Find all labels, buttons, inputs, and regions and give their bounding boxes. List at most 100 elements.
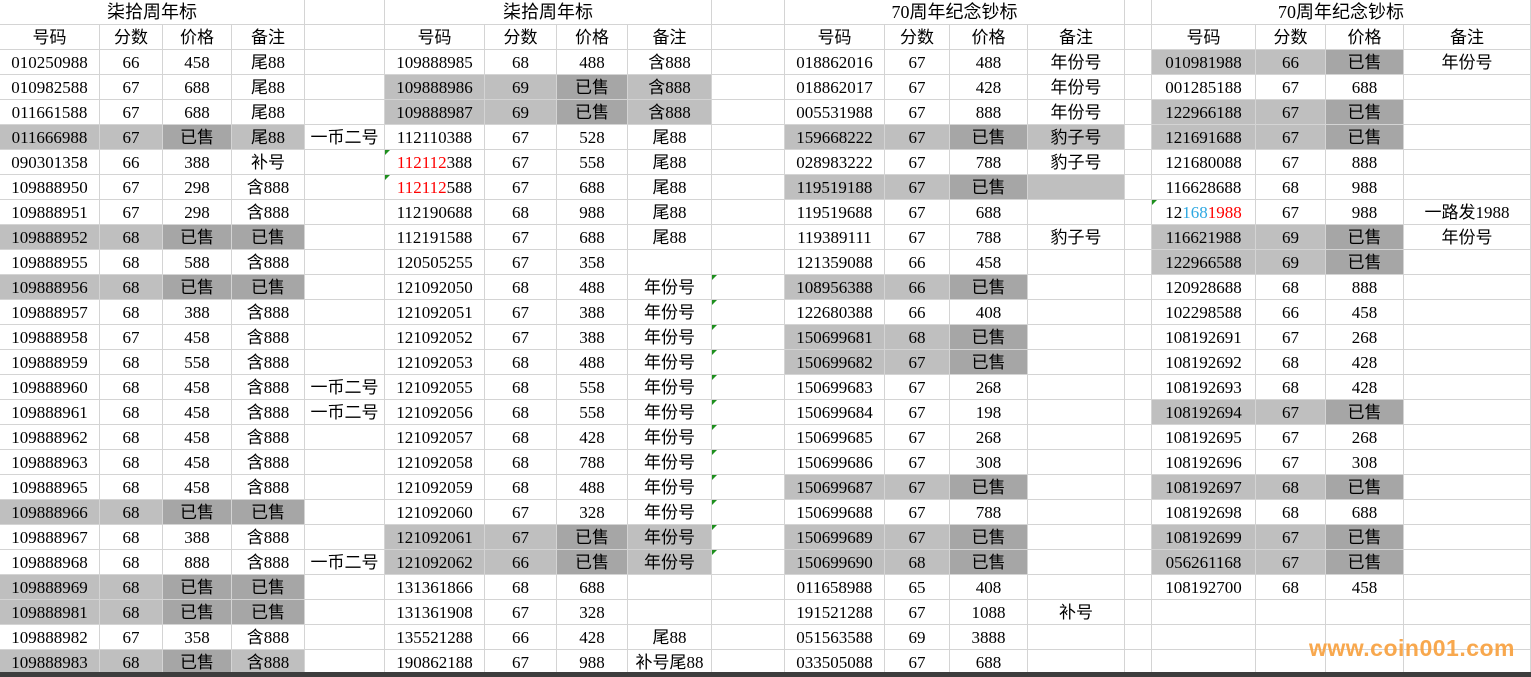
cell-score[interactable]: 67 bbox=[885, 175, 950, 200]
cell-score[interactable]: 68 bbox=[100, 600, 163, 625]
cell-note[interactable] bbox=[1404, 325, 1531, 350]
cell-score[interactable]: 68 bbox=[100, 450, 163, 475]
cell-separator[interactable] bbox=[712, 375, 785, 400]
cell-number[interactable]: 109888957 bbox=[0, 300, 100, 325]
cell-score[interactable]: 67 bbox=[885, 475, 950, 500]
cell-number[interactable]: 102298588 bbox=[1152, 300, 1256, 325]
cell-number[interactable]: 109888962 bbox=[0, 425, 100, 450]
cell-separator[interactable] bbox=[712, 325, 785, 350]
cell-price[interactable]: 268 bbox=[1326, 425, 1404, 450]
column-header[interactable]: 备注 bbox=[232, 25, 305, 50]
cell-number[interactable]: 028983222 bbox=[785, 150, 885, 175]
cell-blank[interactable] bbox=[712, 0, 785, 25]
cell-note[interactable] bbox=[1028, 500, 1125, 525]
cell-note[interactable]: 尾88 bbox=[628, 125, 712, 150]
column-header[interactable]: 备注 bbox=[628, 25, 712, 50]
cell-price[interactable]: 已售 bbox=[1326, 250, 1404, 275]
cell-number[interactable]: 011666988 bbox=[0, 125, 100, 150]
cell-number[interactable]: 121359088 bbox=[785, 250, 885, 275]
cell-separator[interactable] bbox=[1125, 400, 1152, 425]
cell-extra-note[interactable]: 一币二号 bbox=[305, 550, 385, 575]
cell-price[interactable]: 268 bbox=[1326, 325, 1404, 350]
column-header[interactable]: 号码 bbox=[0, 25, 100, 50]
cell-score[interactable]: 68 bbox=[1256, 175, 1326, 200]
cell-separator[interactable] bbox=[712, 50, 785, 75]
cell-separator[interactable] bbox=[712, 600, 785, 625]
cell-price[interactable]: 688 bbox=[1326, 75, 1404, 100]
cell-note[interactable] bbox=[1404, 75, 1531, 100]
cell-note[interactable] bbox=[628, 575, 712, 600]
cell-score[interactable]: 67 bbox=[1256, 75, 1326, 100]
cell-separator[interactable] bbox=[712, 300, 785, 325]
cell-score[interactable]: 68 bbox=[885, 550, 950, 575]
cell-note[interactable]: 年份号 bbox=[628, 300, 712, 325]
cell-score[interactable]: 69 bbox=[1256, 225, 1326, 250]
cell-score[interactable]: 68 bbox=[485, 350, 557, 375]
cell-number[interactable]: 122966588 bbox=[1152, 250, 1256, 275]
cell-extra-note[interactable] bbox=[305, 525, 385, 550]
cell-note[interactable] bbox=[1028, 625, 1125, 650]
cell-separator[interactable] bbox=[1125, 325, 1152, 350]
cell-number[interactable]: 121092062 bbox=[385, 550, 485, 575]
cell-separator[interactable] bbox=[1125, 625, 1152, 650]
cell-separator[interactable] bbox=[1125, 150, 1152, 175]
column-header[interactable]: 价格 bbox=[1326, 25, 1404, 50]
cell-price[interactable]: 已售 bbox=[950, 125, 1028, 150]
cell-number[interactable]: 150699681 bbox=[785, 325, 885, 350]
cell-separator[interactable] bbox=[712, 400, 785, 425]
cell-number[interactable]: 005531988 bbox=[785, 100, 885, 125]
cell-note[interactable] bbox=[1404, 500, 1531, 525]
cell-score[interactable]: 68 bbox=[100, 425, 163, 450]
cell-score[interactable]: 68 bbox=[1256, 500, 1326, 525]
cell-note[interactable]: 年份号 bbox=[1028, 100, 1125, 125]
column-header[interactable]: 号码 bbox=[1152, 25, 1256, 50]
cell-number[interactable]: 109888955 bbox=[0, 250, 100, 275]
column-header[interactable]: 分数 bbox=[100, 25, 163, 50]
cell-score[interactable]: 67 bbox=[100, 175, 163, 200]
cell-score[interactable]: 68 bbox=[485, 425, 557, 450]
cell-number[interactable]: 108192698 bbox=[1152, 500, 1256, 525]
cell-score[interactable]: 67 bbox=[1256, 525, 1326, 550]
cell-score[interactable]: 69 bbox=[485, 75, 557, 100]
cell-price[interactable] bbox=[1326, 600, 1404, 625]
cell-price[interactable]: 198 bbox=[950, 400, 1028, 425]
cell-score[interactable]: 68 bbox=[485, 50, 557, 75]
cell-price[interactable]: 已售 bbox=[163, 500, 232, 525]
cell-score[interactable]: 68 bbox=[485, 475, 557, 500]
cell-note[interactable] bbox=[1404, 300, 1531, 325]
cell-score[interactable]: 68 bbox=[485, 450, 557, 475]
cell-number[interactable]: 051563588 bbox=[785, 625, 885, 650]
cell-number[interactable]: 108192694 bbox=[1152, 400, 1256, 425]
cell-note[interactable] bbox=[1028, 300, 1125, 325]
cell-score[interactable]: 68 bbox=[485, 400, 557, 425]
cell-price[interactable]: 388 bbox=[163, 150, 232, 175]
cell-separator[interactable] bbox=[1125, 450, 1152, 475]
cell-number[interactable]: 108192691 bbox=[1152, 325, 1256, 350]
cell-price[interactable]: 已售 bbox=[1326, 225, 1404, 250]
cell-price[interactable]: 688 bbox=[163, 100, 232, 125]
cell-note[interactable]: 尾88 bbox=[232, 50, 305, 75]
cell-score[interactable]: 68 bbox=[100, 550, 163, 575]
cell-separator[interactable] bbox=[712, 75, 785, 100]
cell-price[interactable]: 428 bbox=[557, 625, 628, 650]
cell-score[interactable]: 67 bbox=[885, 450, 950, 475]
cell-note[interactable]: 年份号 bbox=[628, 450, 712, 475]
cell-separator[interactable] bbox=[1125, 550, 1152, 575]
cell-price[interactable]: 688 bbox=[950, 200, 1028, 225]
cell-price[interactable]: 已售 bbox=[1326, 525, 1404, 550]
cell-extra-note[interactable] bbox=[305, 75, 385, 100]
cell-number[interactable]: 090301358 bbox=[0, 150, 100, 175]
cell-number[interactable]: 108192700 bbox=[1152, 575, 1256, 600]
cell-score[interactable]: 68 bbox=[100, 375, 163, 400]
cell-note[interactable]: 已售 bbox=[232, 575, 305, 600]
cell-score[interactable]: 67 bbox=[485, 225, 557, 250]
cell-price[interactable]: 788 bbox=[557, 450, 628, 475]
cell-score[interactable]: 68 bbox=[1256, 375, 1326, 400]
cell-price[interactable]: 558 bbox=[163, 350, 232, 375]
cell-price[interactable]: 528 bbox=[557, 125, 628, 150]
cell-price[interactable]: 已售 bbox=[950, 525, 1028, 550]
cell-note[interactable]: 尾88 bbox=[232, 125, 305, 150]
cell-price[interactable]: 588 bbox=[163, 250, 232, 275]
cell-note[interactable]: 含888 bbox=[232, 625, 305, 650]
cell-note[interactable] bbox=[1028, 325, 1125, 350]
